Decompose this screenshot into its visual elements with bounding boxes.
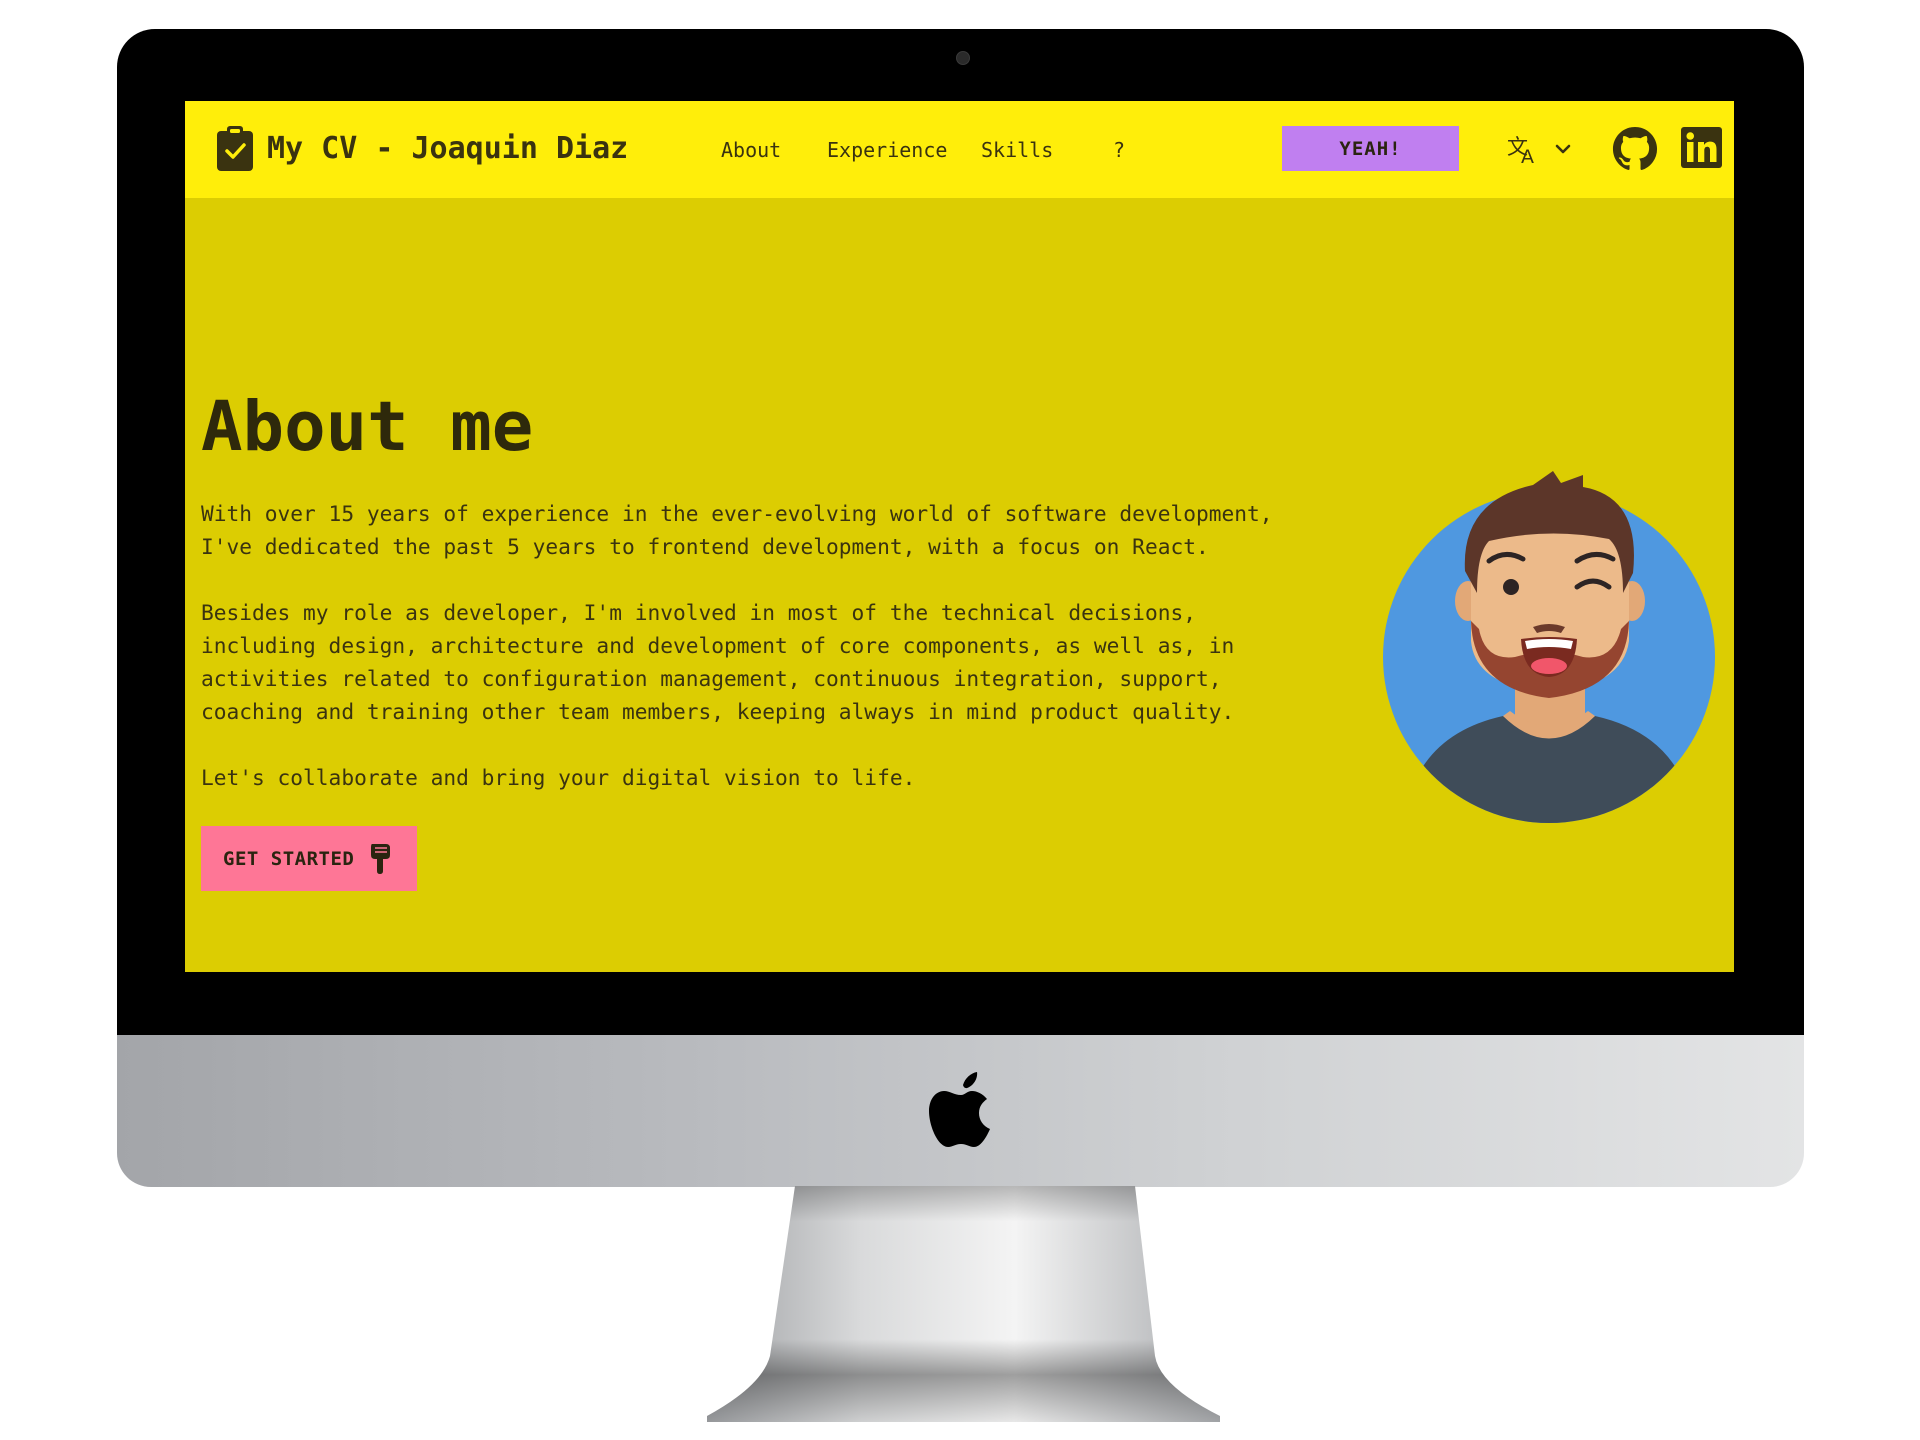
- nav-link-skills[interactable]: Skills: [981, 138, 1053, 162]
- github-icon: [1612, 126, 1658, 170]
- about-paragraph-3: Let's collaborate and bring your digital…: [201, 761, 915, 794]
- paragraph-line: I've dedicated the past 5 years to front…: [201, 534, 1209, 559]
- paragraph-line: including design, architecture and devel…: [201, 633, 1235, 658]
- paragraph-line: Let's collaborate and bring your digital…: [201, 765, 916, 790]
- translate-icon: 文 A: [1507, 135, 1571, 168]
- about-title: About me: [201, 387, 534, 467]
- webcam: [956, 51, 970, 65]
- nav-link-experience[interactable]: Experience: [827, 138, 947, 162]
- get-started-button[interactable]: GET STARTED: [201, 826, 417, 891]
- paragraph-line: activities related to configuration mana…: [201, 666, 1222, 691]
- paragraph-line: With over 15 years of experience in the …: [201, 501, 1273, 526]
- website-screen: My CV - Joaquin Diaz About Experience Sk…: [185, 101, 1734, 972]
- paragraph-line: Besides my role as developer, I'm involv…: [201, 600, 1196, 625]
- yeah-button[interactable]: YEAH!: [1282, 126, 1459, 171]
- avatar: [1383, 471, 1715, 823]
- pointing-down-hand-icon: [371, 844, 390, 874]
- paragraph-line: coaching and training other team members…: [201, 699, 1235, 724]
- clipboard-check-icon: [217, 126, 253, 171]
- monitor-stand: [707, 1186, 1220, 1422]
- nav-link-question[interactable]: ?: [1113, 138, 1125, 162]
- about-paragraph-1: With over 15 years of experience in the …: [201, 497, 1273, 563]
- svg-text:A: A: [1521, 146, 1534, 168]
- apple-logo-icon: [929, 1072, 990, 1147]
- get-started-label: GET STARTED: [223, 848, 355, 870]
- github-link[interactable]: [1612, 126, 1658, 172]
- linkedin-icon: [1681, 127, 1722, 168]
- language-selector[interactable]: 文 A: [1507, 129, 1577, 169]
- navbar: My CV - Joaquin Diaz About Experience Sk…: [185, 101, 1734, 198]
- about-paragraph-2: Besides my role as developer, I'm involv…: [201, 596, 1234, 728]
- nav-link-about[interactable]: About: [721, 138, 781, 162]
- site-brand[interactable]: My CV - Joaquin Diaz: [267, 131, 628, 166]
- linkedin-link[interactable]: [1681, 127, 1722, 168]
